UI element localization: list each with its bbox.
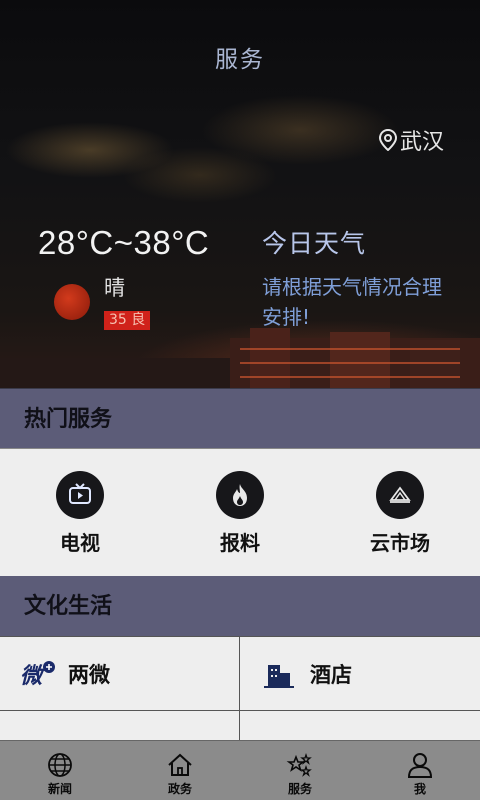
aqi-badge: 35 良 (104, 311, 151, 330)
service-cloud-market[interactable]: 云市场 (320, 449, 480, 576)
location-button[interactable]: 武汉 (378, 124, 444, 156)
service-report-label: 报料 (220, 531, 260, 555)
culture-item-label: 两微 (68, 662, 110, 687)
fire-icon (216, 471, 264, 519)
service-report[interactable]: 报料 (160, 449, 320, 576)
home-icon (168, 753, 192, 776)
hotel-icon (264, 664, 294, 688)
nav-government-label: 政务 (167, 782, 192, 796)
tv-icon (56, 471, 104, 519)
nav-services[interactable]: 服务 (240, 741, 360, 800)
nav-news-label: 新闻 (47, 782, 72, 796)
service-tv-label: 电视 (60, 531, 100, 555)
today-weather-tip: 请根据天气情况合理安排! (262, 275, 442, 329)
culture-item-hotel[interactable]: 酒店 (240, 637, 480, 711)
bottom-navigation: 新闻 政务 服务 我 (0, 740, 480, 800)
location-name: 武汉 (399, 130, 444, 155)
svg-text:微: 微 (20, 664, 46, 689)
sun-icon (54, 284, 90, 320)
globe-icon (48, 753, 72, 777)
hot-services-grid: 电视 报料 云市场 (0, 448, 480, 576)
city-skyline-image (0, 328, 480, 388)
nav-me[interactable]: 我 (360, 741, 480, 800)
nav-government[interactable]: 政务 (120, 741, 240, 800)
today-weather-panel: 今日天气 请根据天气情况合理安排! (262, 224, 462, 332)
temperature-range: 28°C~38°C (38, 224, 210, 261)
culture-life-header: 文化生活 (0, 576, 480, 636)
nav-me-label: 我 (413, 782, 426, 796)
cloud-market-icon (376, 471, 424, 519)
nav-news[interactable]: 新闻 (0, 741, 120, 800)
weibo-weixin-icon: 微 (20, 660, 55, 689)
service-tv[interactable]: 电视 (0, 449, 160, 576)
culture-item-label: 酒店 (310, 662, 352, 687)
hot-services-header: 热门服务 (0, 388, 480, 448)
nav-services-label: 服务 (287, 782, 312, 796)
location-pin-icon (378, 129, 397, 151)
service-cloud-market-label: 云市场 (370, 531, 430, 555)
weather-condition: 晴 (104, 276, 125, 300)
today-weather-title: 今日天气 (262, 229, 367, 258)
weather-hero: 服务 武汉 28°C~38°C 晴 35 良 今日天气 请根据天气情况合理安排! (0, 0, 480, 388)
user-icon (407, 753, 433, 778)
stars-icon (286, 752, 312, 777)
page-title: 服务 (215, 47, 265, 73)
culture-item-two-micro[interactable]: 微 两微 (0, 637, 240, 711)
culture-life-grid: 微 两微 酒店 (0, 636, 480, 785)
